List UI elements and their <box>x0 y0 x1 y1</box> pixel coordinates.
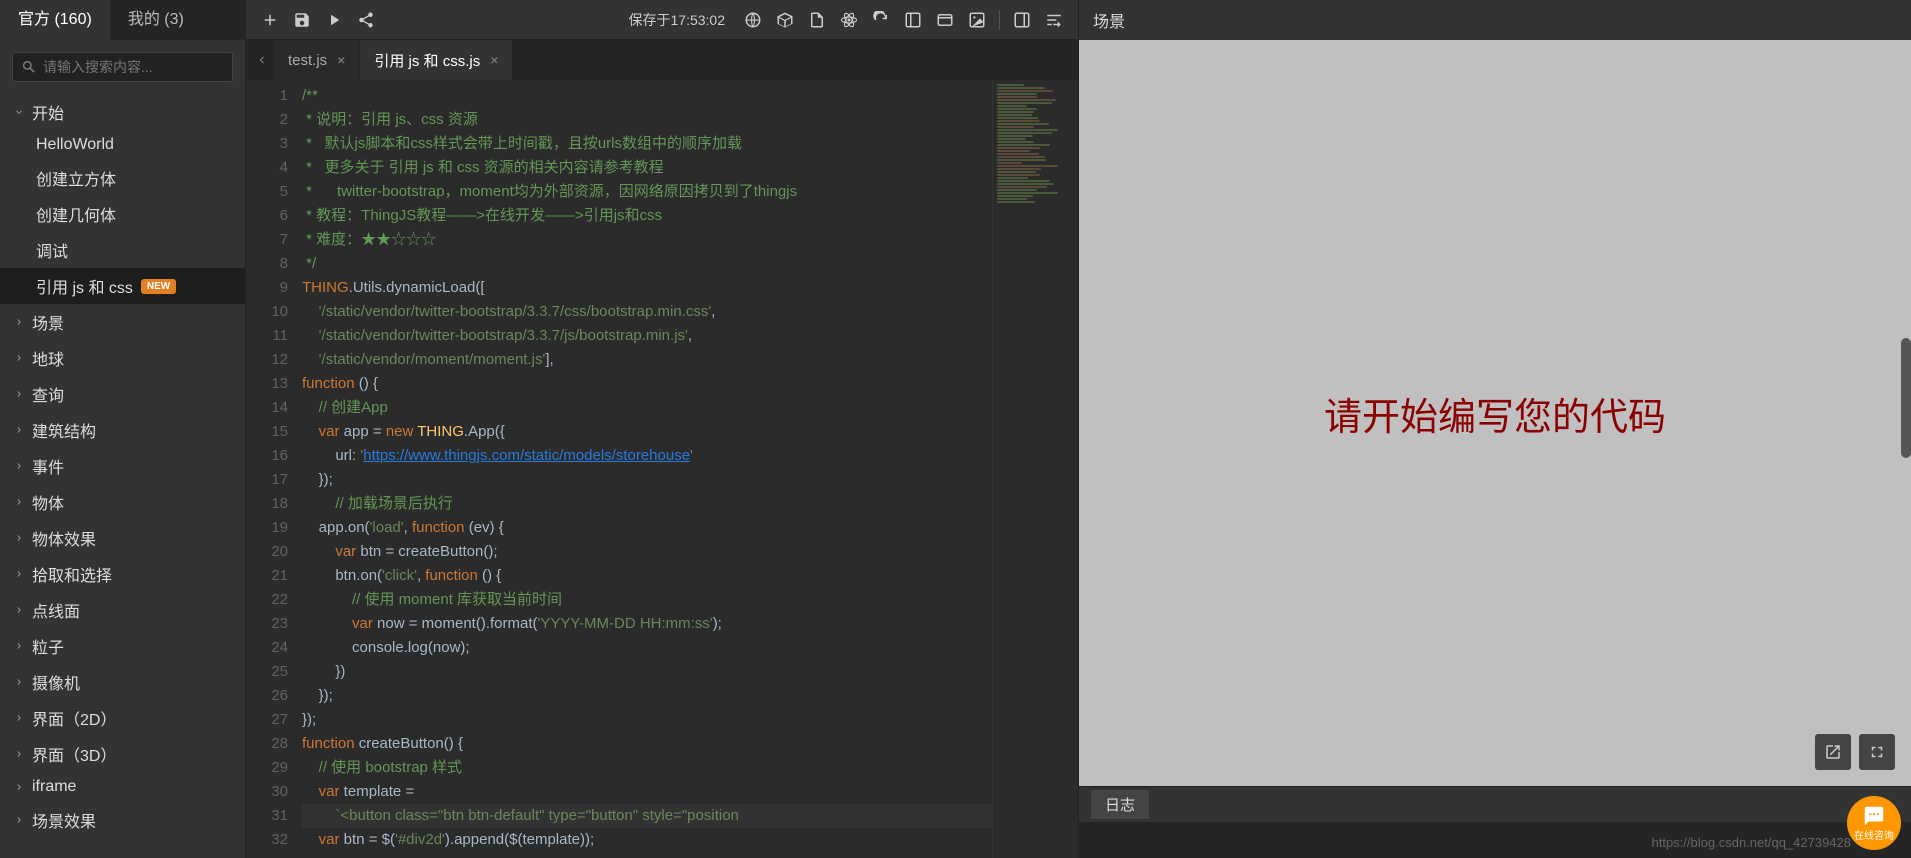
search-input[interactable] <box>43 59 224 75</box>
sidebar-tab[interactable]: 官方 (160) <box>0 0 110 40</box>
search-icon <box>21 59 37 75</box>
chevron-icon <box>12 459 26 473</box>
tree-group[interactable]: 界面（2D） <box>0 700 245 736</box>
tree-item[interactable]: 调试 <box>0 232 245 268</box>
tree: 开始HelloWorld创建立方体创建几何体调试引用 js 和 cssNEW场景… <box>0 90 245 858</box>
sidebar: 官方 (160)我的 (3) 开始HelloWorld创建立方体创建几何体调试引… <box>0 0 246 858</box>
chevron-icon <box>12 639 26 653</box>
editor-tab[interactable]: test.js× <box>274 40 359 80</box>
new-badge: NEW <box>141 279 176 294</box>
tree-item[interactable]: 创建立方体 <box>0 160 245 196</box>
scene-scrollbar[interactable] <box>1901 338 1911 458</box>
scene-view[interactable]: 请开始编写您的代码 <box>1079 40 1911 786</box>
share-button[interactable] <box>350 4 382 36</box>
chevron-icon <box>12 351 26 365</box>
scene-message: 请开始编写您的代码 <box>1324 386 1666 441</box>
popout-icon[interactable] <box>1815 734 1851 770</box>
tree-group[interactable]: 界面（3D） <box>0 736 245 772</box>
chat-bubble[interactable]: 在线咨询 <box>1847 796 1901 850</box>
window-icon[interactable] <box>929 4 961 36</box>
chevron-icon <box>12 780 26 794</box>
log-bar: 日志 <box>1079 786 1911 822</box>
tree-item[interactable]: HelloWorld <box>0 130 245 160</box>
log-tab[interactable]: 日志 <box>1091 790 1149 819</box>
chevron-icon <box>12 567 26 581</box>
chevron-icon <box>12 495 26 509</box>
chevron-icon <box>12 813 26 827</box>
globe-icon[interactable] <box>737 4 769 36</box>
tree-group[interactable]: 物体效果 <box>0 520 245 556</box>
panel-icon[interactable] <box>1006 4 1038 36</box>
close-icon[interactable]: × <box>337 52 345 68</box>
footer-link[interactable]: https://blog.csdn.net/qq_42739428 <box>1652 835 1852 850</box>
chat-icon <box>1863 805 1885 827</box>
right-panel: 场景 请开始编写您的代码 日志 https://blog.csdn.net/qq… <box>1078 0 1911 858</box>
tree-group[interactable]: 事件 <box>0 448 245 484</box>
save-button[interactable] <box>286 4 318 36</box>
tree-item[interactable]: 创建几何体 <box>0 196 245 232</box>
search-box[interactable] <box>12 52 233 82</box>
chevron-icon <box>12 315 26 329</box>
tab-prev-icon[interactable] <box>250 48 274 72</box>
new-button[interactable] <box>254 4 286 36</box>
refresh-icon[interactable] <box>865 4 897 36</box>
chevron-icon <box>12 675 26 689</box>
doc-icon[interactable] <box>801 4 833 36</box>
chevron-icon <box>12 423 26 437</box>
minimap[interactable] <box>992 80 1078 858</box>
toolbar: 保存于17:53:02 <box>246 0 1078 40</box>
sidebar-tabs: 官方 (160)我的 (3) <box>0 0 245 40</box>
settings-icon[interactable] <box>1038 4 1070 36</box>
chevron-icon <box>12 711 26 725</box>
layout-icon[interactable] <box>897 4 929 36</box>
save-time-label: 保存于17:53:02 <box>629 10 726 30</box>
chevron-icon <box>12 387 26 401</box>
chevron-icon <box>12 747 26 761</box>
tree-group[interactable]: 粒子 <box>0 628 245 664</box>
code[interactable]: /** * 说明：引用 js、css 资源 * 默认js脚本和css样式会带上时… <box>302 80 992 858</box>
run-button[interactable] <box>318 4 350 36</box>
chevron-icon <box>12 105 26 119</box>
tree-group[interactable]: 物体 <box>0 484 245 520</box>
editor-area[interactable]: 1234567891011121314151617181920212223242… <box>246 80 1078 858</box>
gutter: 1234567891011121314151617181920212223242… <box>246 80 302 858</box>
close-icon[interactable]: × <box>490 52 498 68</box>
tree-group[interactable]: iframe <box>0 772 245 802</box>
chevron-icon <box>12 603 26 617</box>
tree-group[interactable]: 地球 <box>0 340 245 376</box>
fullscreen-icon[interactable] <box>1859 734 1895 770</box>
cube-icon[interactable] <box>769 4 801 36</box>
tree-group[interactable]: 场景效果 <box>0 802 245 838</box>
tree-group[interactable]: 建筑结构 <box>0 412 245 448</box>
tree-group[interactable]: 开始 <box>0 94 245 130</box>
scene-header: 场景 <box>1079 0 1911 40</box>
image-icon[interactable] <box>961 4 993 36</box>
main-panel: 保存于17:53:02 test.js×引用 js 和 css.js× 1234… <box>246 0 1078 858</box>
chevron-icon <box>12 531 26 545</box>
editor-tab[interactable]: 引用 js 和 css.js× <box>360 40 512 80</box>
tree-group[interactable]: 场景 <box>0 304 245 340</box>
atom-icon[interactable] <box>833 4 865 36</box>
tree-item[interactable]: 引用 js 和 cssNEW <box>0 268 245 304</box>
sidebar-tab[interactable]: 我的 (3) <box>110 0 202 40</box>
tree-group[interactable]: 摄像机 <box>0 664 245 700</box>
editor-tabs: test.js×引用 js 和 css.js× <box>246 40 1078 80</box>
tree-group[interactable]: 点线面 <box>0 592 245 628</box>
tree-group[interactable]: 查询 <box>0 376 245 412</box>
tree-group[interactable]: 拾取和选择 <box>0 556 245 592</box>
